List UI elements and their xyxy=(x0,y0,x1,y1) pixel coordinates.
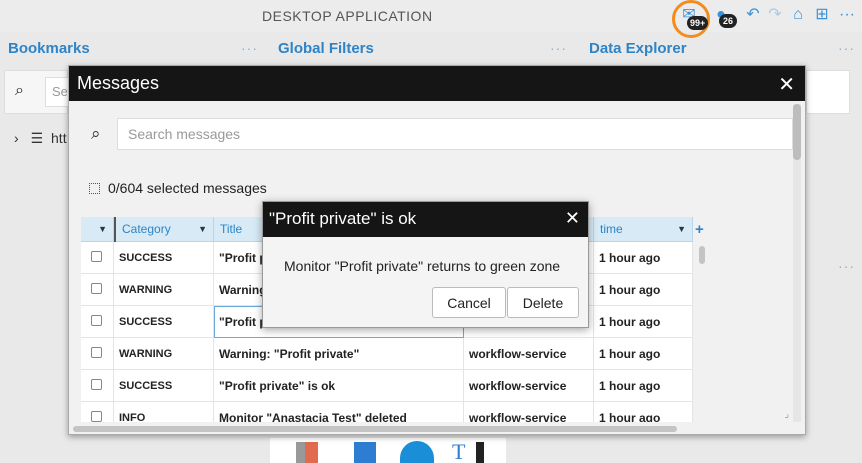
table-scrollbar-thumb[interactable] xyxy=(699,246,705,264)
report-app-icon[interactable] xyxy=(296,442,318,463)
message-detail-title: "Profit private" is ok xyxy=(269,209,417,228)
play-app-icon[interactable] xyxy=(400,441,434,463)
mail-count-badge: 99+ xyxy=(687,16,709,30)
server-icon: ☰ xyxy=(30,130,44,146)
pen-app-icon[interactable] xyxy=(476,442,484,463)
row-category: WARNING xyxy=(114,338,214,370)
caret-down-icon: ▼ xyxy=(677,224,686,234)
row-category: INFO xyxy=(114,402,214,422)
messages-scrollbar-thumb[interactable] xyxy=(793,104,801,160)
caret-down-icon: ▼ xyxy=(98,224,107,234)
column-header-category-label: Category xyxy=(122,222,171,236)
global-filters-more-button[interactable]: ··· xyxy=(550,40,567,56)
caret-down-icon: ▼ xyxy=(198,224,207,234)
add-window-icon[interactable]: ⊞ xyxy=(813,6,831,24)
table-scrollbar[interactable] xyxy=(699,242,705,422)
messages-close-icon[interactable]: ✕ xyxy=(778,72,795,97)
row-checkbox[interactable] xyxy=(91,379,102,390)
row-time: 1 hour ago xyxy=(594,402,693,422)
row-checkbox[interactable] xyxy=(91,411,102,422)
bookmarks-more-button[interactable]: ··· xyxy=(241,40,258,56)
row-title: "Profit private" is ok xyxy=(214,370,464,402)
bookmark-tree-item[interactable]: › ☰ htt xyxy=(14,130,67,147)
row-checkbox[interactable] xyxy=(91,283,102,294)
title-bar: DESKTOP APPLICATION ✉ 99+ ● 26 ↶ ↷ ⌂ ⊞ ·… xyxy=(0,0,862,38)
more-icon[interactable]: ··· xyxy=(838,6,856,24)
table-row[interactable]: SUCCESS "Profit private" is ok workflow-… xyxy=(81,370,693,402)
row-time: 1 hour ago xyxy=(594,370,693,402)
messages-header: Messages ✕ xyxy=(69,66,805,101)
message-detail-close-icon[interactable]: ✕ xyxy=(565,208,580,229)
row-category: SUCCESS xyxy=(114,370,214,402)
cancel-button[interactable]: Cancel xyxy=(432,287,506,318)
side-more-button[interactable]: ··· xyxy=(838,258,855,274)
row-category: WARNING xyxy=(114,274,214,306)
data-explorer-search-input[interactable] xyxy=(806,70,850,114)
add-column-icon[interactable]: + xyxy=(695,221,704,238)
users-count-badge: 26 xyxy=(719,14,737,28)
selected-count-label: 0/604 selected messages xyxy=(108,180,267,196)
redo-icon[interactable]: ↷ xyxy=(766,6,784,24)
row-source: workflow-service xyxy=(464,370,594,402)
text-app-icon[interactable]: T xyxy=(452,439,474,463)
row-category: SUCCESS xyxy=(114,242,214,274)
messages-search: ⌕ xyxy=(83,118,793,152)
row-title: Warning: "Profit private" xyxy=(214,338,464,370)
search-icon: ⌕ xyxy=(91,124,101,143)
resize-handle-icon[interactable]: ⌟ xyxy=(784,409,789,420)
panel-title-global-filters: Global Filters xyxy=(278,40,374,57)
message-detail-text: Monitor "Profit private" returns to gree… xyxy=(284,258,561,274)
app-title: DESKTOP APPLICATION xyxy=(262,8,433,24)
row-title: Monitor "Anastacia Test" deleted xyxy=(214,402,464,422)
messages-search-input[interactable] xyxy=(117,118,793,150)
select-all-icon[interactable] xyxy=(89,183,100,194)
row-time: 1 hour ago xyxy=(594,242,693,274)
bookmarks-search-input[interactable]: Se xyxy=(45,77,69,107)
search-icon: ⌕ xyxy=(15,82,24,99)
messages-title: Messages xyxy=(77,73,160,93)
column-header-title-label: Title xyxy=(220,222,243,236)
selected-count: 0/604 selected messages xyxy=(89,180,267,196)
tree-item-label: htt xyxy=(51,130,67,146)
app-dock: T xyxy=(270,438,506,463)
row-source: workflow-service xyxy=(464,338,594,370)
row-checkbox[interactable] xyxy=(91,251,102,262)
row-time: 1 hour ago xyxy=(594,338,693,370)
table-row[interactable]: INFO Monitor "Anastacia Test" deleted wo… xyxy=(81,402,693,422)
data-explorer-more-button[interactable]: ··· xyxy=(838,40,855,56)
messages-horizontal-scrollbar[interactable] xyxy=(73,426,677,432)
undo-icon[interactable]: ↶ xyxy=(744,6,762,24)
row-time: 1 hour ago xyxy=(594,306,693,338)
message-detail-header: "Profit private" is ok ✕ xyxy=(263,202,588,237)
column-header-time[interactable]: time ▼ xyxy=(594,217,693,242)
row-category: SUCCESS xyxy=(114,306,214,338)
column-header-select[interactable]: ▼ xyxy=(81,217,114,242)
column-header-time-label: time xyxy=(600,222,623,236)
row-checkbox[interactable] xyxy=(91,315,102,326)
row-time: 1 hour ago xyxy=(594,274,693,306)
messages-scrollbar[interactable] xyxy=(793,104,801,422)
chevron-right-icon[interactable]: › xyxy=(14,130,19,146)
column-header-category[interactable]: Category ▼ xyxy=(114,217,214,242)
panel-title-bookmarks: Bookmarks xyxy=(8,40,90,57)
row-source: workflow-service xyxy=(464,402,594,422)
cube-app-icon[interactable] xyxy=(354,442,376,463)
table-row[interactable]: WARNING Warning: "Profit private" workfl… xyxy=(81,338,693,370)
panel-title-data-explorer: Data Explorer xyxy=(589,40,687,57)
delete-button[interactable]: Delete xyxy=(507,287,579,318)
row-checkbox[interactable] xyxy=(91,347,102,358)
message-detail-dialog: "Profit private" is ok ✕ Monitor "Profit… xyxy=(262,201,589,328)
home-icon[interactable]: ⌂ xyxy=(789,6,807,24)
bookmarks-search[interactable]: ⌕ Se xyxy=(4,70,69,114)
